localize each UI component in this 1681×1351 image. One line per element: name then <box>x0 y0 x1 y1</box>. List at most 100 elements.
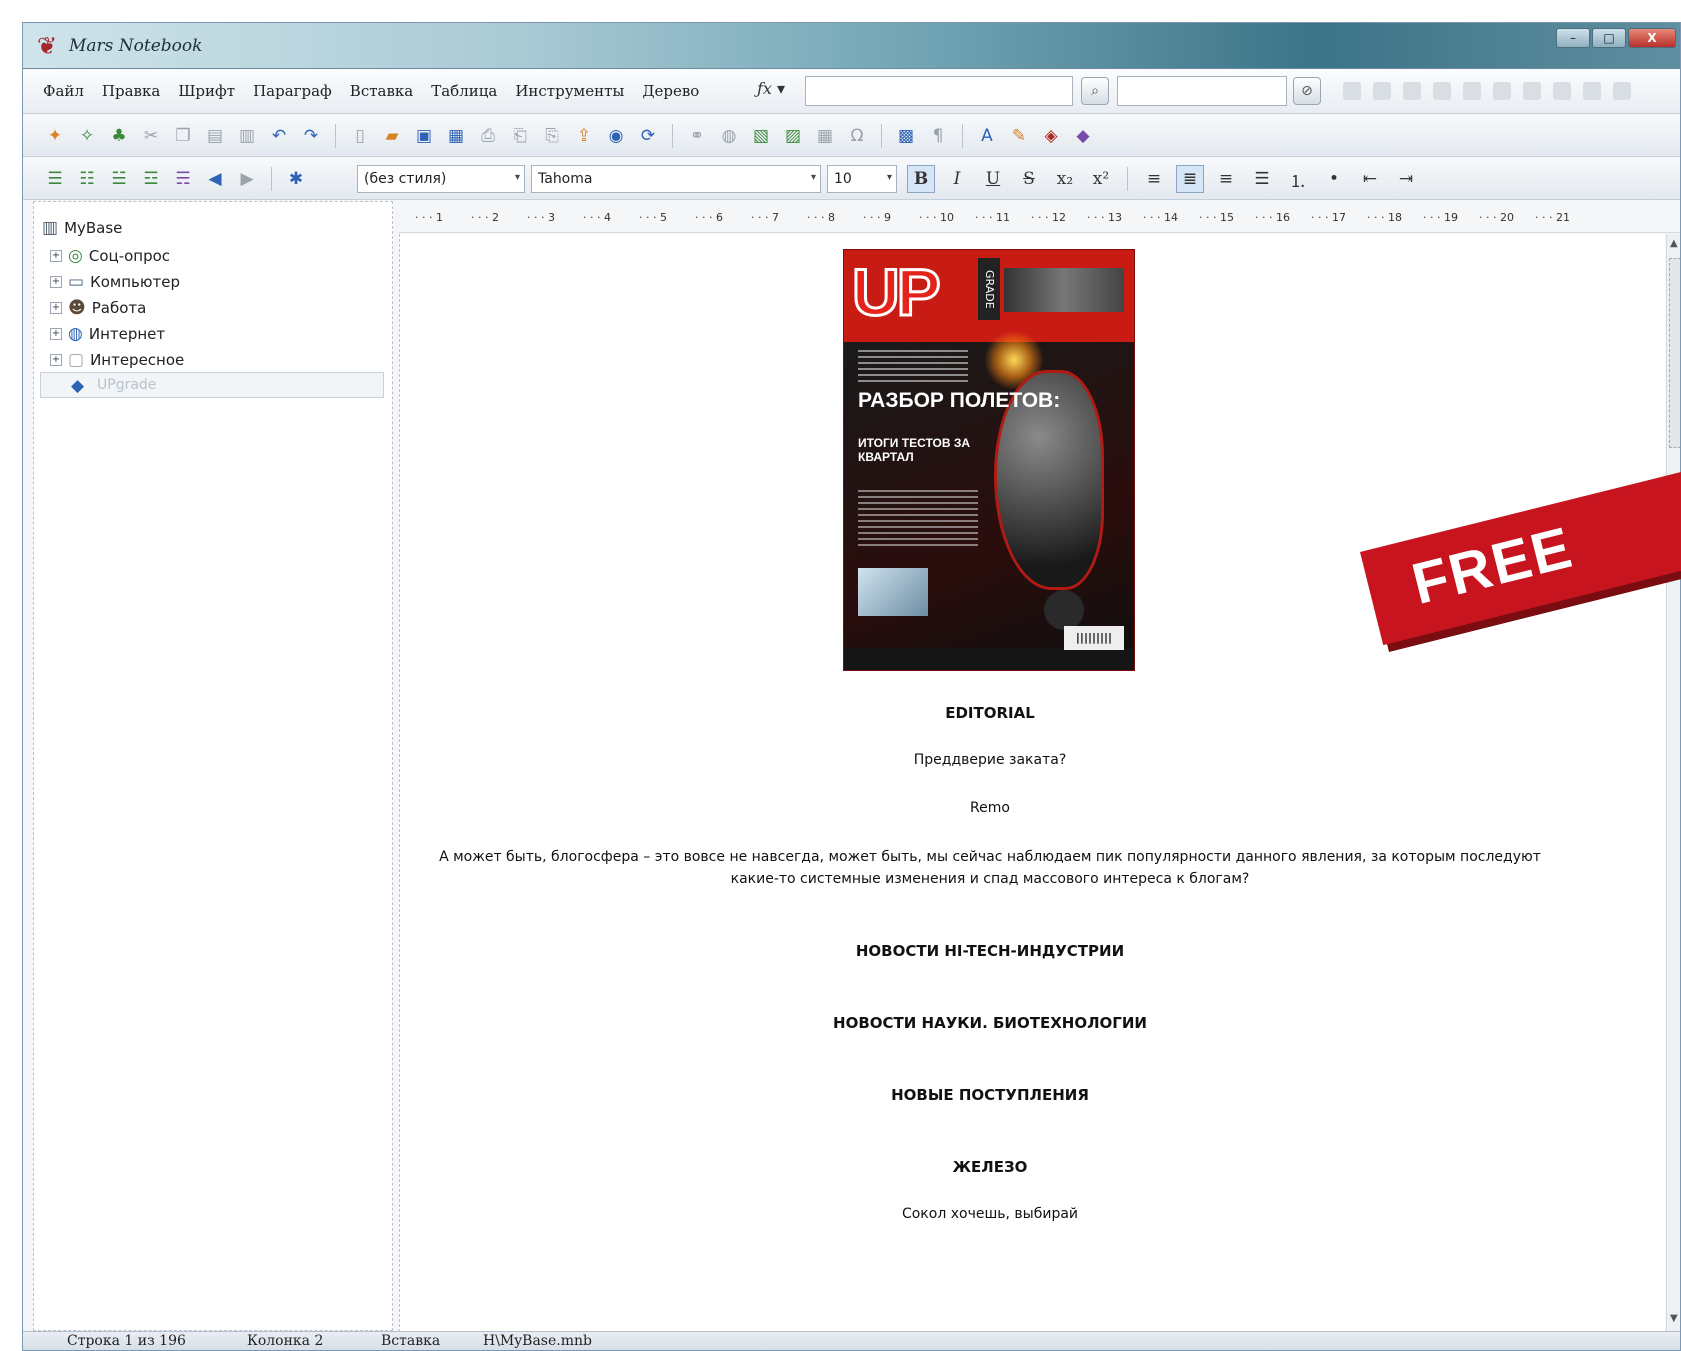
bullet-list-icon[interactable]: • <box>1320 165 1348 193</box>
chart-icon[interactable]: ▨ <box>781 124 805 148</box>
export-icon[interactable]: ⇪ <box>572 124 596 148</box>
nav-home-icon[interactable] <box>1523 82 1541 100</box>
menu-font[interactable]: Шрифт <box>178 82 235 100</box>
image-icon[interactable]: ▧ <box>749 124 773 148</box>
style-icon[interactable]: ✱ <box>284 167 308 191</box>
font-select[interactable]: Tahoma ▾ <box>531 165 821 193</box>
menu-table[interactable]: Таблица <box>431 82 497 100</box>
new-file-icon[interactable]: ▯ <box>348 124 372 148</box>
search-input[interactable] <box>805 76 1073 106</box>
nav-left-icon[interactable] <box>1463 82 1481 100</box>
search-button[interactable]: ⌕ <box>1081 77 1109 105</box>
nav-list-icon[interactable] <box>1613 82 1631 100</box>
strike-button[interactable]: S <box>1015 165 1043 193</box>
sync-icon[interactable]: ⟳ <box>636 124 660 148</box>
subscript-button[interactable]: x₂ <box>1051 165 1079 193</box>
paste-special-icon[interactable]: ▥ <box>235 124 259 148</box>
tree-move-up-icon[interactable]: ☱ <box>107 167 131 191</box>
align-justify-icon[interactable]: ☰ <box>1248 165 1276 193</box>
underline-button[interactable]: U <box>979 165 1007 193</box>
filter-button[interactable]: ⊘ <box>1293 77 1321 105</box>
outdent-icon[interactable]: ⇤ <box>1356 165 1384 193</box>
new-subnode-icon[interactable]: ✧ <box>75 124 99 148</box>
print-preview-icon[interactable]: ⎙ <box>476 124 500 148</box>
symbol-icon[interactable]: Ω <box>845 124 869 148</box>
nav-down-icon[interactable] <box>1433 82 1451 100</box>
nav-right-icon[interactable] <box>1493 82 1511 100</box>
numbered-list-icon[interactable]: ⒈ <box>1284 165 1312 193</box>
tree-collapse-icon[interactable]: ☷ <box>75 167 99 191</box>
expand-icon[interactable]: + <box>50 250 62 262</box>
web-icon[interactable]: ◉ <box>604 124 628 148</box>
scroll-down-icon[interactable]: ▼ <box>1670 1313 1678 1324</box>
tree-root[interactable]: ▥ MyBase <box>42 218 122 238</box>
tree-item-computer[interactable]: + ▭ Компьютер <box>50 272 180 292</box>
maximize-button[interactable]: □ <box>1592 28 1626 48</box>
print-icon[interactable]: ⎗ <box>508 124 532 148</box>
menu-tree[interactable]: Дерево <box>642 82 699 100</box>
node-tree-icon[interactable]: ♣ <box>107 124 131 148</box>
close-button[interactable]: X <box>1628 28 1676 48</box>
tree-item-social-poll[interactable]: + ◎ Соц-опрос <box>50 246 170 266</box>
nav-end-icon[interactable] <box>1553 82 1571 100</box>
redo-icon[interactable]: ↷ <box>299 124 323 148</box>
expand-icon[interactable]: + <box>50 328 62 340</box>
globe-icon[interactable]: ◍ <box>717 124 741 148</box>
tree-expand-icon[interactable]: ☰ <box>43 167 67 191</box>
save-icon[interactable]: ▣ <box>412 124 436 148</box>
tree-item-internet[interactable]: + ◍ Интернет <box>50 324 165 344</box>
expand-icon[interactable]: + <box>50 302 62 314</box>
formula-dropdown[interactable]: ƒx ▾ <box>757 79 785 98</box>
nav-forward-icon[interactable] <box>1373 82 1391 100</box>
editor-area[interactable]: UP GRADE РАЗБОР ПОЛЕТОВ: ИТОГИ ТЕСТОВ ЗА… <box>399 234 1665 1332</box>
ruler[interactable]: · · · 1 · · · 2 · · · 3 · · · 4 · · · 5 · · ·… <box>399 203 1680 233</box>
save-as-icon[interactable]: ▦ <box>444 124 468 148</box>
tree-item-interesting[interactable]: + ▢ Интересное <box>50 350 184 370</box>
bold-button[interactable]: B <box>907 165 935 193</box>
font-color-icon[interactable]: A <box>975 124 999 148</box>
menu-insert[interactable]: Вставка <box>350 82 413 100</box>
fill-color-icon[interactable]: ◈ <box>1039 124 1063 148</box>
open-folder-icon[interactable]: ▰ <box>380 124 404 148</box>
nav-grid-icon[interactable] <box>1583 82 1601 100</box>
printer-icon[interactable]: ⎘ <box>540 124 564 148</box>
highlight-icon[interactable]: ✎ <box>1007 124 1031 148</box>
undo-icon[interactable]: ↶ <box>267 124 291 148</box>
menu-edit[interactable]: Правка <box>102 82 160 100</box>
nav-back-icon[interactable] <box>1343 82 1361 100</box>
align-left-icon[interactable]: ≡ <box>1140 165 1168 193</box>
copy-icon[interactable]: ❐ <box>171 124 195 148</box>
tree-move-down-icon[interactable]: ☲ <box>139 167 163 191</box>
forward-arrow-icon[interactable]: ▶ <box>235 167 259 191</box>
expand-icon[interactable]: + <box>50 276 62 288</box>
table-insert-icon[interactable]: ▦ <box>813 124 837 148</box>
expand-icon[interactable]: + <box>50 354 62 366</box>
filter-input[interactable] <box>1117 76 1287 106</box>
tree-sort-icon[interactable]: ☴ <box>171 167 195 191</box>
indent-icon[interactable]: ⇥ <box>1392 165 1420 193</box>
paste-icon[interactable]: ▤ <box>203 124 227 148</box>
scrollbar-thumb[interactable] <box>1669 258 1680 448</box>
link-icon[interactable]: ⚭ <box>685 124 709 148</box>
menu-tools[interactable]: Инструменты <box>515 82 624 100</box>
show-grid-icon[interactable]: ▩ <box>894 124 918 148</box>
font-size-select[interactable]: 10 ▾ <box>827 165 897 193</box>
menu-paragraph[interactable]: Параграф <box>253 82 332 100</box>
pilcrow-icon[interactable]: ¶ <box>926 124 950 148</box>
tree-item-work[interactable]: + ☻ Работа <box>50 298 146 318</box>
new-node-icon[interactable]: ✦ <box>43 124 67 148</box>
nav-up-icon[interactable] <box>1403 82 1421 100</box>
scroll-up-icon[interactable]: ▲ <box>1670 238 1678 249</box>
bg-color-icon[interactable]: ◆ <box>1071 124 1095 148</box>
italic-button[interactable]: I <box>943 165 971 193</box>
vertical-scrollbar[interactable]: ▲ ▼ <box>1666 234 1680 1332</box>
menu-file[interactable]: Файл <box>43 82 84 100</box>
back-arrow-icon[interactable]: ◀ <box>203 167 227 191</box>
style-select[interactable]: (без стиля) ▾ <box>357 165 525 193</box>
align-center-icon[interactable]: ≣ <box>1176 165 1204 193</box>
align-right-icon[interactable]: ≡ <box>1212 165 1240 193</box>
cut-icon[interactable]: ✂ <box>139 124 163 148</box>
tree-item-selected[interactable]: ◆ UPgrade <box>40 372 384 398</box>
minimize-button[interactable]: – <box>1556 28 1590 48</box>
superscript-button[interactable]: x² <box>1087 165 1115 193</box>
